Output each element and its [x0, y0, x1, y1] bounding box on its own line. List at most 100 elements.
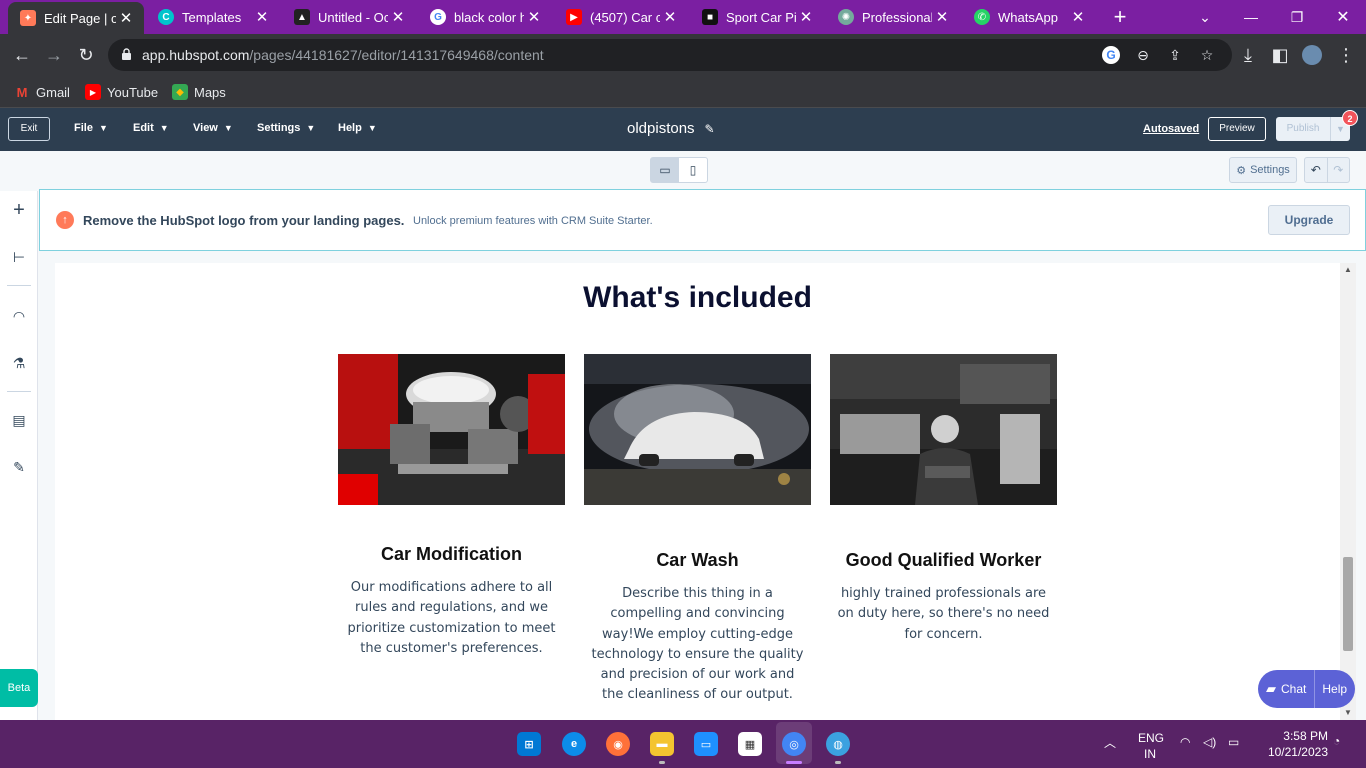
forward-arrow-icon[interactable]: → [42, 43, 66, 67]
edge-browser-icon[interactable]: e [562, 732, 586, 756]
card-description[interactable]: Describe this thing in a compelling and … [590, 584, 805, 706]
design-brush-icon[interactable]: ✎ [9, 457, 29, 477]
page-settings-button[interactable]: ⚙ Settings [1229, 157, 1297, 183]
bookmark-gmail[interactable]: M Gmail [14, 82, 70, 102]
windows-start-icon[interactable]: ⊞ [517, 732, 541, 756]
tab-templates[interactable]: C Templates ✕ [146, 0, 280, 34]
close-tab-icon[interactable]: ✕ [252, 8, 272, 26]
gmail-icon: M [16, 84, 28, 100]
pencil-icon[interactable]: ✎ [705, 122, 715, 136]
firefox-icon[interactable]: ◉ [606, 732, 630, 756]
clock[interactable]: 3:58 PM 10/21/2023 [1258, 728, 1328, 760]
browser-tab-strip: ✦ Edit Page | oldpistons ✕ C Templates ✕… [0, 0, 1366, 34]
redo-icon[interactable]: ↷ [1326, 158, 1350, 182]
canvas-scrollbar[interactable]: ▲ ▼ [1340, 263, 1356, 720]
chevron-down-icon: ▼ [159, 123, 169, 133]
editor-workspace: ▭ ▯ ⚙ Settings ↶ ↷ + ⊢ ◠ ⚗ ▤ ✎ ↑ Remove … [0, 151, 1366, 720]
address-bar[interactable]: app.hubspot.com/pages/44181627/editor/14… [108, 39, 1232, 71]
close-tab-icon[interactable]: ✕ [116, 9, 136, 27]
tab-whatsapp[interactable]: ✆ WhatsApp ✕ [962, 0, 1096, 34]
menu-view[interactable]: View ▼ [193, 122, 233, 134]
app-window-icon[interactable]: ▭ [694, 732, 718, 756]
menu-help[interactable]: Help ▼ [338, 122, 377, 134]
tab-google-search[interactable]: G black color h ✕ [418, 0, 552, 34]
card-description[interactable]: highly trained professionals are on duty… [836, 584, 1051, 645]
tab-untitled[interactable]: ▲ Untitled - Oc ✕ [282, 0, 416, 34]
scroll-up-icon[interactable]: ▲ [1340, 265, 1356, 274]
tab-youtube[interactable]: ▶ (4507) Car cl ✕ [554, 0, 688, 34]
file-explorer-icon[interactable]: ▬ [650, 732, 674, 756]
close-window-icon[interactable]: ✕ [1320, 0, 1366, 34]
microsoft-store-icon[interactable]: ▦ [738, 732, 762, 756]
scroll-down-icon[interactable]: ▼ [1340, 708, 1356, 717]
bookmark-maps[interactable]: ◆ Maps [172, 82, 226, 102]
close-tab-icon[interactable]: ✕ [796, 8, 816, 26]
scrollbar-thumb[interactable] [1343, 557, 1353, 651]
preview-button[interactable]: Preview [1208, 117, 1266, 141]
car-wash-photo[interactable] [584, 354, 811, 505]
notification-bell-icon[interactable]: ◔ [1333, 734, 1340, 748]
download-icon[interactable]: ⤓ [1236, 43, 1260, 67]
chrome-profile-icon[interactable]: ◍ [826, 732, 850, 756]
add-module-icon[interactable]: + [9, 200, 29, 220]
back-arrow-icon[interactable]: ← [10, 43, 34, 67]
engine-bay-photo[interactable] [338, 354, 565, 505]
exit-button[interactable]: Exit [8, 117, 50, 141]
beta-button[interactable]: Beta [0, 669, 38, 707]
volume-icon[interactable]: ◁) [1203, 735, 1216, 749]
chrome-icon[interactable]: ◎ [782, 732, 806, 756]
share-icon[interactable]: ⇪ [1166, 46, 1184, 64]
language-indicator[interactable]: ENG IN [1138, 730, 1164, 762]
menu-settings[interactable]: Settings ▼ [257, 122, 315, 134]
desktop-view-icon[interactable]: ▭ [651, 158, 679, 182]
side-panel-icon[interactable]: ◧ [1268, 43, 1292, 67]
tab-professionals[interactable]: ✺ Professionals ✕ [826, 0, 960, 34]
test-flask-icon[interactable]: ⚗ [9, 353, 29, 373]
undo-icon[interactable]: ↶ [1305, 158, 1327, 182]
mobile-view-icon[interactable]: ▯ [679, 158, 707, 182]
upgrade-button[interactable]: Upgrade [1268, 205, 1350, 235]
close-tab-icon[interactable]: ✕ [524, 8, 544, 26]
card-title[interactable]: Good Qualified Worker [830, 550, 1057, 571]
wifi-icon[interactable]: ◠ [1180, 735, 1190, 749]
page-document-icon[interactable]: ▤ [9, 410, 29, 430]
menu-file[interactable]: File ▼ [74, 122, 108, 134]
google-lens-icon[interactable]: G [1102, 46, 1120, 64]
autosaved-link[interactable]: Autosaved [1143, 123, 1199, 135]
tab-edit-page[interactable]: ✦ Edit Page | oldpistons ✕ [8, 2, 144, 34]
chevron-down-icon: ▼ [306, 123, 316, 133]
page-canvas[interactable]: What's included Car Modification Car Was… [55, 263, 1340, 720]
battery-icon[interactable]: ▭ [1228, 735, 1239, 749]
menu-label: File [74, 122, 93, 134]
close-tab-icon[interactable]: ✕ [932, 8, 952, 26]
chat-button[interactable]: ▰ Chat [1258, 670, 1314, 708]
menu-kebab-icon[interactable]: ⋮ [1334, 43, 1358, 67]
optimize-gauge-icon[interactable]: ◠ [9, 306, 29, 326]
help-button[interactable]: Help [1315, 682, 1347, 696]
card-title[interactable]: Car Wash [584, 550, 811, 571]
mechanic-photo[interactable] [830, 354, 1057, 505]
bookmark-youtube[interactable]: ▶ YouTube [85, 82, 158, 102]
restore-icon[interactable]: ❐ [1274, 0, 1320, 34]
chevron-up-icon[interactable]: ︿ [1104, 734, 1116, 751]
menu-edit[interactable]: Edit ▼ [133, 122, 169, 134]
close-tab-icon[interactable]: ✕ [1068, 8, 1088, 26]
running-indicator [659, 761, 665, 764]
bookmark-star-icon[interactable]: ☆ [1198, 46, 1216, 64]
tab-sport-car[interactable]: ■ Sport Car Pic ✕ [690, 0, 824, 34]
close-tab-icon[interactable]: ✕ [660, 8, 680, 26]
profile-avatar-icon[interactable] [1300, 43, 1324, 67]
minimize-icon[interactable]: — [1228, 0, 1274, 34]
section-title[interactable]: What's included [55, 281, 1340, 315]
close-tab-icon[interactable]: ✕ [388, 8, 408, 26]
zoom-icon[interactable]: ⊖ [1134, 46, 1152, 64]
card-description[interactable]: Our modifications adhere to all rules an… [344, 578, 559, 659]
tab-search-icon[interactable]: ⌄ [1182, 0, 1228, 34]
reload-icon[interactable]: ↻ [74, 43, 98, 67]
running-indicator [835, 761, 841, 764]
card-title[interactable]: Car Modification [338, 544, 565, 565]
page-title[interactable]: oldpistons ✎ [627, 120, 715, 137]
layers-tree-icon[interactable]: ⊢ [9, 247, 29, 267]
publish-button[interactable]: Publish [1276, 117, 1330, 141]
new-tab-button[interactable]: + [1108, 4, 1132, 30]
